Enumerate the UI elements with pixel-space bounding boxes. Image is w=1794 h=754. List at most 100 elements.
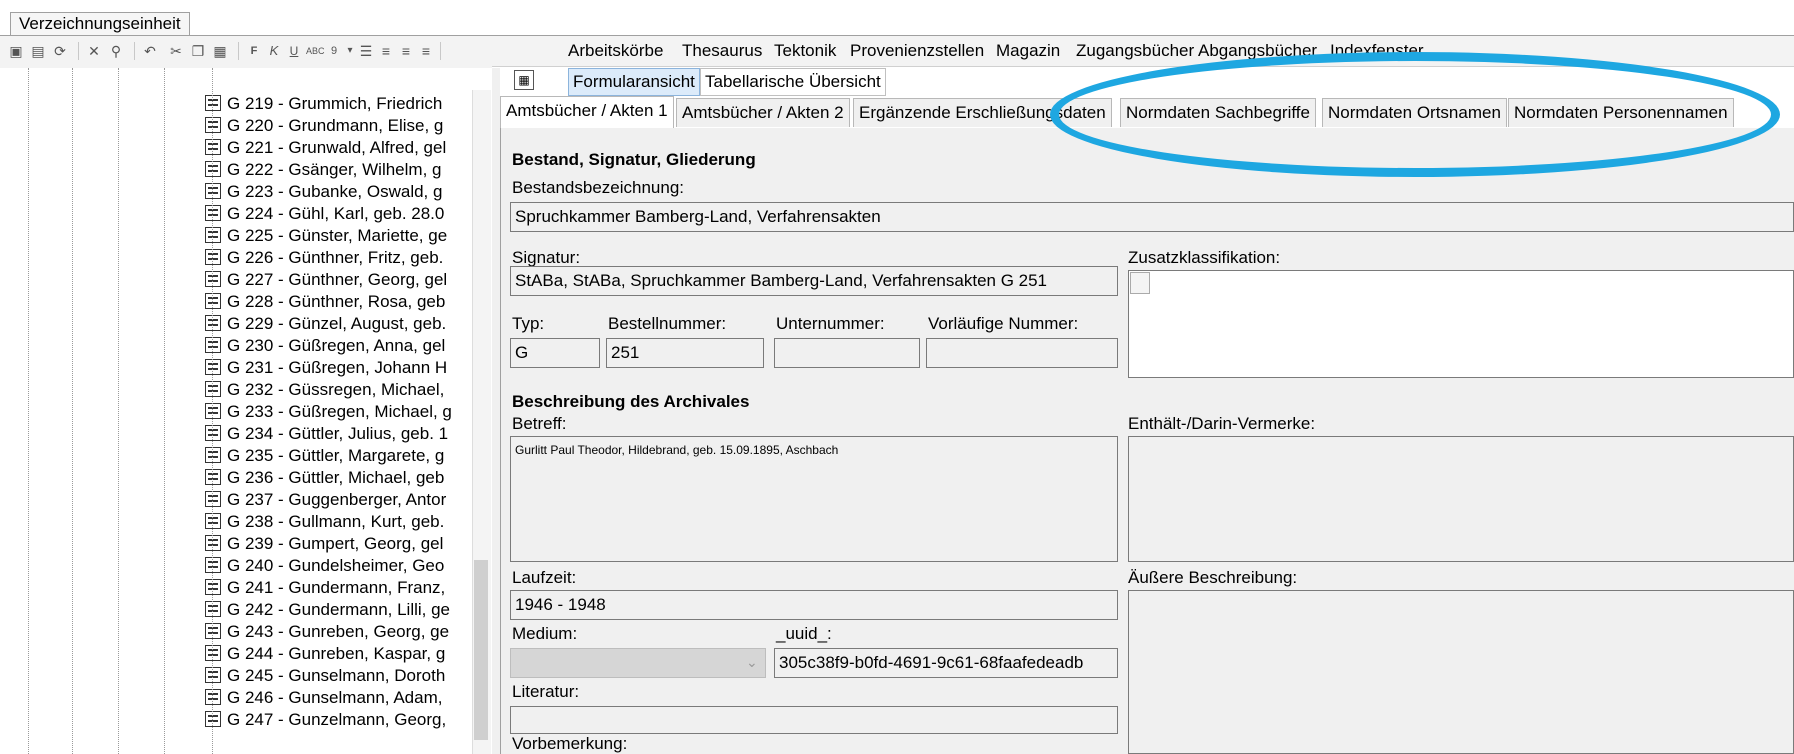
layout-icon[interactable]: ▦ xyxy=(514,70,534,90)
tree-item-label: G 230 - Güßregen, Anna, gel xyxy=(227,336,446,355)
tab-amtsbuecher-akten-2[interactable]: Amtsbücher / Akten 2 xyxy=(676,98,850,127)
aeussere-beschreibung-field[interactable] xyxy=(1128,590,1794,754)
align-left-icon[interactable]: ≡ xyxy=(378,43,394,59)
uuid-field[interactable]: 305c38f9-b0fd-4691-9c61-68faafedeadb xyxy=(774,648,1118,678)
tree-item[interactable]: G 241 - Gundermann, Franz, xyxy=(205,576,445,600)
divider xyxy=(440,42,441,60)
tree-item[interactable]: G 226 - Günthner, Fritz, geb. xyxy=(205,246,443,270)
tree-item[interactable]: G 233 - Güßregen, Michael, g xyxy=(205,400,452,424)
cut-icon[interactable]: ✂ xyxy=(168,43,184,59)
align-center-icon[interactable]: ≡ xyxy=(398,43,414,59)
tree-item[interactable]: G 225 - Günster, Mariette, ge xyxy=(205,224,447,248)
tree-item-label: G 244 - Gunreben, Kaspar, g xyxy=(227,644,446,663)
copy-icon[interactable]: ❐ xyxy=(190,43,206,59)
tree-item[interactable]: G 237 - Guggenberger, Antor xyxy=(205,488,446,512)
laufzeit-label: Laufzeit: xyxy=(512,568,577,587)
zusatzklassifikation-cell[interactable] xyxy=(1130,272,1150,294)
tree-item[interactable]: G 235 - Güttler, Margarete, g xyxy=(205,444,444,468)
paste-icon[interactable]: ▦ xyxy=(212,43,228,59)
tree-item[interactable]: G 236 - Güttler, Michael, geb xyxy=(205,466,444,490)
chevron-down-icon[interactable]: ▾ xyxy=(342,43,358,59)
tree-item[interactable]: G 228 - Günthner, Rosa, geb xyxy=(205,290,445,314)
tree-item[interactable]: G 219 - Grummich, Friedrich xyxy=(205,92,442,116)
tab-amtsbuecher-akten-1[interactable]: Amtsbücher / Akten 1 xyxy=(500,96,674,129)
bestellnummer-label: Bestellnummer: xyxy=(608,314,727,333)
strikethrough-icon[interactable]: ABC xyxy=(306,43,325,59)
tree-item[interactable]: G 230 - Güßregen, Anna, gel xyxy=(205,334,445,358)
pane-splitter[interactable] xyxy=(492,68,500,754)
tree-item-label: G 245 - Gunselmann, Doroth xyxy=(227,666,446,685)
tree-item[interactable]: G 239 - Gumpert, Georg, gel xyxy=(205,532,443,556)
menu-arbeitskoerbe[interactable]: Arbeitskörbe xyxy=(568,41,663,61)
window-tab[interactable]: Verzeichnungseinheit xyxy=(10,12,190,35)
tree-item[interactable]: G 245 - Gunselmann, Doroth xyxy=(205,664,445,688)
vorbemerkung-label: Vorbemerkung: xyxy=(512,734,628,753)
search-icon[interactable]: ⚲ xyxy=(108,43,124,59)
tree-item[interactable]: G 240 - Gundelsheimer, Geo xyxy=(205,554,444,578)
tree-item[interactable]: G 238 - Gullmann, Kurt, geb. xyxy=(205,510,444,534)
tree-item[interactable]: G 234 - Güttler, Julius, geb. 1 xyxy=(205,422,448,446)
tree-item-label: G 238 - Gullmann, Kurt, geb. xyxy=(227,512,445,531)
menu-provenienzstellen[interactable]: Provenienzstellen xyxy=(850,41,984,61)
vorlaeufige-nummer-label: Vorläufige Nummer: xyxy=(928,314,1079,333)
betreff-field[interactable]: Gurlitt Paul Theodor, Hildebrand, geb. 1… xyxy=(510,436,1118,562)
tree-item[interactable]: G 231 - Güßregen, Johann H xyxy=(205,356,447,380)
menu-tektonik[interactable]: Tektonik xyxy=(774,41,836,61)
zusatzklassifikation-field[interactable] xyxy=(1128,270,1794,378)
tree-item[interactable]: G 224 - Gühl, Karl, geb. 28.0 xyxy=(205,202,444,226)
undo-icon[interactable]: ↶ xyxy=(142,43,158,59)
open-folder-icon[interactable]: ▣ xyxy=(8,43,24,59)
tree-item[interactable]: G 221 - Grunwald, Alfred, gel xyxy=(205,136,446,160)
tree-item[interactable]: G 247 - Gunzelmann, Georg, xyxy=(205,708,446,732)
chevron-down-icon[interactable]: ⌄ xyxy=(746,654,758,671)
medium-label: Medium: xyxy=(512,624,578,643)
tree-guide xyxy=(72,68,74,754)
typ-label: Typ: xyxy=(512,314,545,333)
uuid-label: _uuid_: xyxy=(776,624,832,643)
laufzeit-field[interactable]: 1946 - 1948 xyxy=(510,590,1118,620)
tree-item[interactable]: G 222 - Gsänger, Wilhelm, g xyxy=(205,158,441,182)
menu-zugangsbuecher[interactable]: Zugangsbücher xyxy=(1076,41,1194,61)
tree-item-label: G 224 - Gühl, Karl, geb. 28.0 xyxy=(227,204,445,223)
tab-tabellarische-uebersicht[interactable]: Tabellarische Übersicht xyxy=(700,68,886,96)
refresh-icon[interactable]: ⟳ xyxy=(52,43,68,59)
tab-formularansicht[interactable]: Formularansicht xyxy=(568,68,700,96)
tree-item-label: G 228 - Günthner, Rosa, geb xyxy=(227,292,446,311)
tree-item[interactable]: G 220 - Grundmann, Elise, g xyxy=(205,114,443,138)
medium-select[interactable] xyxy=(510,648,766,678)
menu-thesaurus[interactable]: Thesaurus xyxy=(682,41,762,61)
tree-item[interactable]: G 227 - Günthner, Georg, gel xyxy=(205,268,447,292)
unternummer-field[interactable] xyxy=(774,338,920,368)
save-icon[interactable]: ▤ xyxy=(30,43,46,59)
tree-item[interactable]: G 242 - Gundermann, Lilli, ge xyxy=(205,598,450,622)
tree-item[interactable]: G 244 - Gunreben, Kaspar, g xyxy=(205,642,445,666)
tree-item[interactable]: G 223 - Gubanke, Oswald, g xyxy=(205,180,442,204)
typ-field[interactable]: G xyxy=(510,338,600,368)
tree-item-label: G 221 - Grunwald, Alfred, gel xyxy=(227,138,447,157)
literatur-label: Literatur: xyxy=(512,682,580,701)
italic-icon[interactable]: K xyxy=(266,43,282,59)
tree-guide xyxy=(28,68,30,754)
list-icon[interactable]: ☰ xyxy=(358,43,374,59)
underline-icon[interactable]: U xyxy=(286,43,302,59)
tree-item-label: G 226 - Günthner, Fritz, geb. xyxy=(227,248,444,267)
bestellnummer-field[interactable]: 251 xyxy=(606,338,764,368)
tree-guide xyxy=(118,68,120,754)
enthaelt-darin-field[interactable] xyxy=(1128,436,1794,562)
tree-item[interactable]: G 229 - Günzel, August, geb. xyxy=(205,312,446,336)
vorlaeufige-nummer-field[interactable] xyxy=(926,338,1118,368)
tree-item[interactable]: G 243 - Gunreben, Georg, ge xyxy=(205,620,449,644)
menu-magazin[interactable]: Magazin xyxy=(996,41,1060,61)
tree-item[interactable]: G 246 - Gunselmann, Adam, xyxy=(205,686,442,710)
font-size-icon[interactable]: 9 xyxy=(326,43,342,59)
align-right-icon[interactable]: ≡ xyxy=(418,43,434,59)
signatur-field[interactable]: StABa, StABa, Spruchkammer Bamberg-Land,… xyxy=(510,266,1118,296)
literatur-field[interactable] xyxy=(510,706,1118,734)
tree-scrollbar-thumb[interactable] xyxy=(474,560,488,740)
bestand-field[interactable]: Spruchkammer Bamberg-Land, Verfahrensakt… xyxy=(510,202,1794,232)
signatur-label: Signatur: xyxy=(512,248,581,267)
tree-item-label: G 236 - Güttler, Michael, geb xyxy=(227,468,445,487)
bold-icon[interactable]: F xyxy=(246,43,262,59)
tree-item[interactable]: G 232 - Güssregen, Michael, xyxy=(205,378,444,402)
delete-icon[interactable]: ✕ xyxy=(86,43,102,59)
